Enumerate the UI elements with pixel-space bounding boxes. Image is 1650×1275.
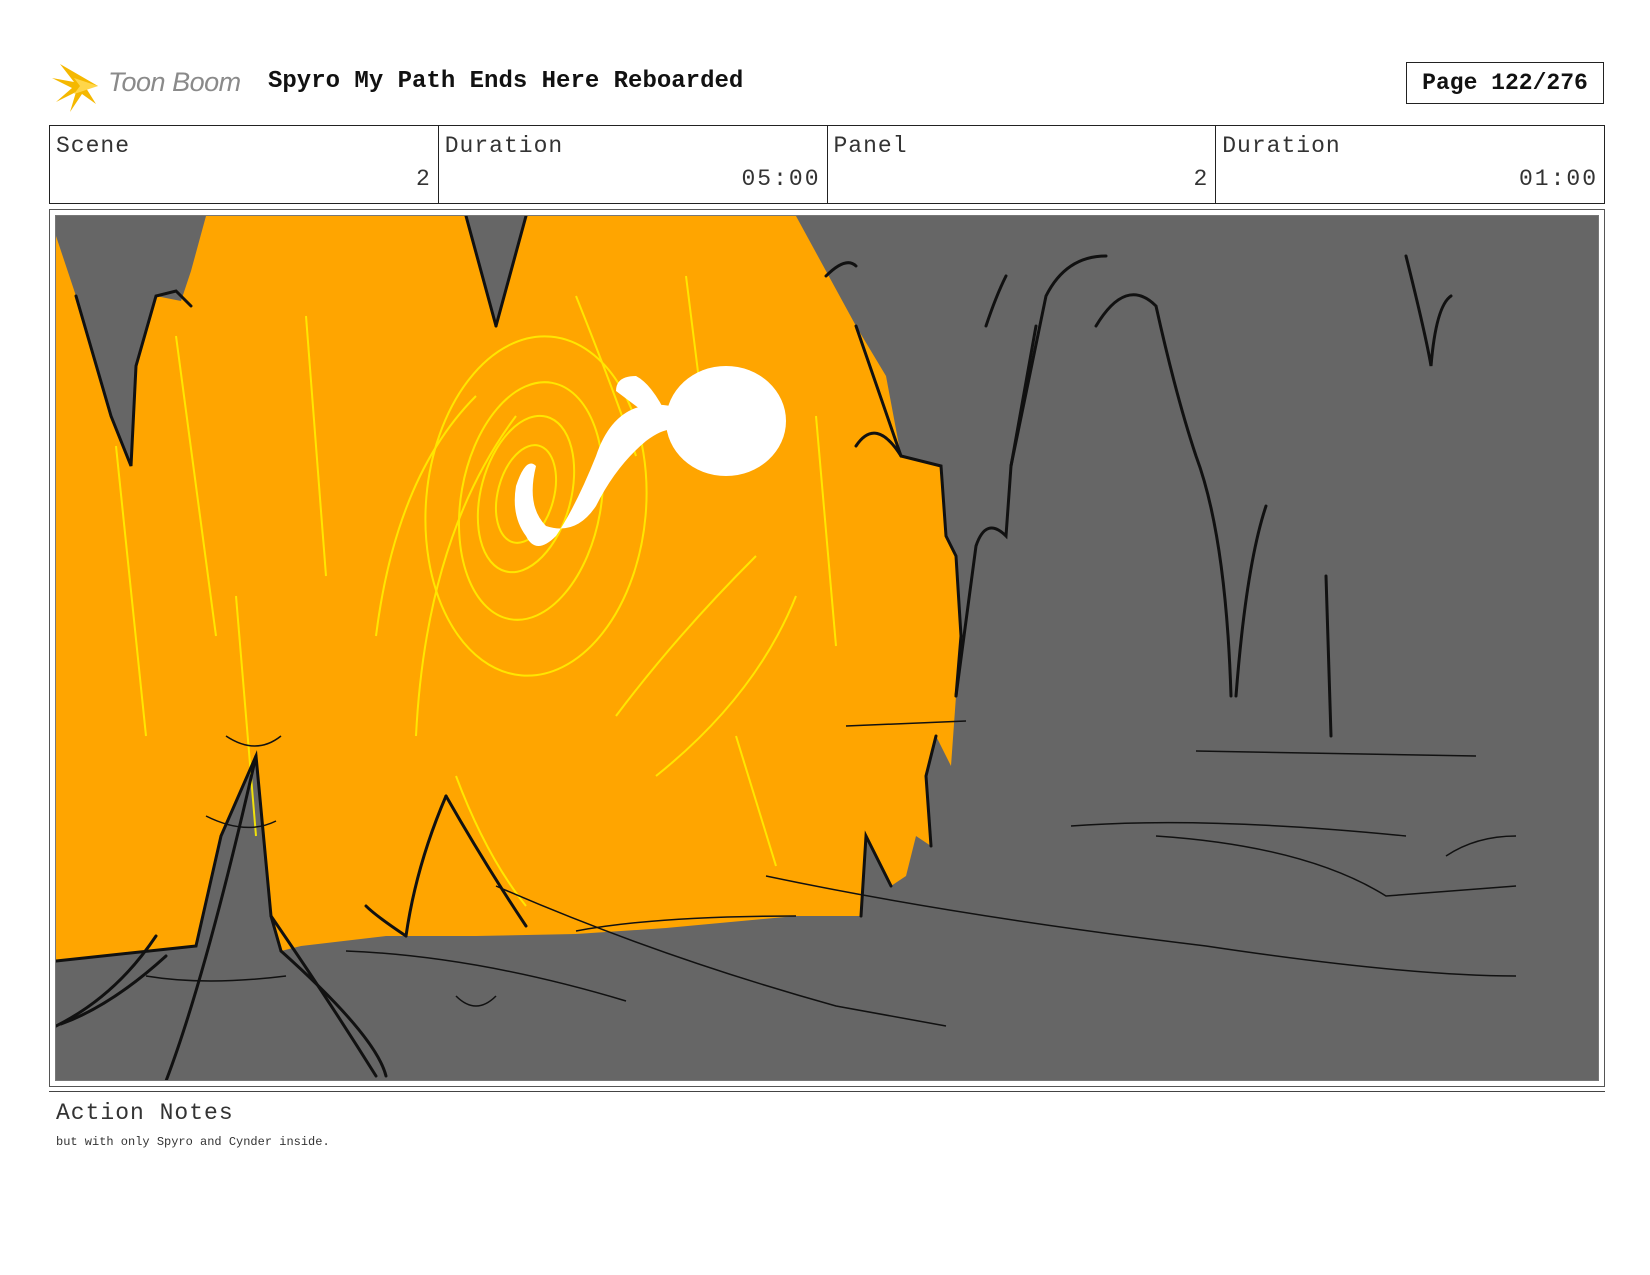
panel-info-table: Scene 2 Duration 05:00 Panel 2 Duration … xyxy=(49,125,1605,204)
scene-cell: Scene 2 xyxy=(50,126,439,203)
glowing-cave-opening xyxy=(56,216,961,961)
toon-boom-logo: Toon Boom xyxy=(52,58,252,114)
action-notes-label: Action Notes xyxy=(56,1100,234,1126)
project-title: Spyro My Path Ends Here Reboarded xyxy=(268,68,744,95)
panel-duration-value: 01:00 xyxy=(1518,166,1598,192)
storyboard-panel xyxy=(49,209,1605,1087)
scene-duration-cell: Duration 05:00 xyxy=(439,126,828,203)
scene-value: 2 xyxy=(415,166,432,192)
logo-text: Toon Boom xyxy=(108,67,241,97)
scene-label: Scene xyxy=(56,133,131,159)
panel-duration-label: Duration xyxy=(1222,133,1341,159)
cave-portal-sketch xyxy=(56,216,1598,1080)
panel-duration-cell: Duration 01:00 xyxy=(1216,126,1604,203)
panel-cell: Panel 2 xyxy=(828,126,1217,203)
scene-duration-label: Duration xyxy=(444,133,564,159)
action-notes-text: but with only Spyro and Cynder inside. xyxy=(56,1135,330,1149)
notes-divider xyxy=(49,1091,1605,1092)
panel-value: 2 xyxy=(1193,166,1210,192)
panel-label: Panel xyxy=(833,133,908,159)
toon-boom-star-icon xyxy=(52,64,98,112)
panel-artwork xyxy=(55,215,1599,1081)
scene-duration-value: 05:00 xyxy=(741,166,821,192)
page-indicator: Page 122/276 xyxy=(1406,62,1604,104)
